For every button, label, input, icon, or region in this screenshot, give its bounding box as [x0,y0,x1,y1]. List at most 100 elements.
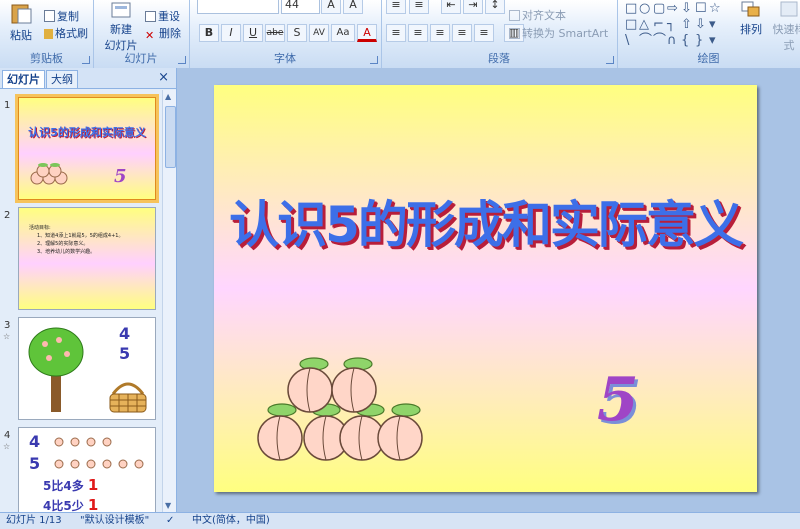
callout-icon[interactable]: ☐ [695,2,707,16]
reset-icon [145,11,156,22]
align-right-icon[interactable]: ≡ [430,24,450,42]
thumb-line: 3、培养幼儿的数学兴趣。 [37,249,96,255]
grow-font-icon[interactable]: A [321,0,341,14]
rectangle-icon[interactable]: □ [625,2,637,16]
thumb-compare-text: 4比5少 [43,499,84,512]
slide-thumbnail-2[interactable]: 活动目标: 1、知道4添上1就是5，5的组成4+1。 2、理解5的实际意义。 3… [18,207,156,310]
paste-button[interactable]: 粘贴 [5,2,37,43]
slide-thumbnail-1[interactable]: 认识5的形成和实际意义 5 [15,94,159,203]
slide-count: 幻灯片 1/13 [6,515,62,526]
brace-left-icon[interactable]: { [681,34,689,48]
decrease-indent-icon[interactable]: ⇤ [441,0,461,14]
font-group-label: 字体 [274,52,296,65]
line-icon[interactable]: \ [625,34,629,48]
thumbnail-list: 1 认识5的形成和实际意义 5 2 活动目标: 1、知道4添上1就是5，5的组成… [0,90,162,512]
language-status[interactable]: 中文(简体，中国) [192,513,270,529]
increase-indent-icon[interactable]: ⇥ [463,0,483,14]
rounded-rect-icon[interactable]: ▢ [653,2,665,16]
oval-icon[interactable]: ○ [639,2,650,16]
new-slide-button[interactable]: 新建 幻灯片 [99,2,143,53]
theme-name[interactable]: "默认设计模板" [80,513,149,529]
slides-group: 新建 幻灯片 重设 ✕ 删除 幻灯片 [93,0,190,68]
paste-icon [11,4,32,24]
slide-thumbnail-4[interactable]: 4 5 5比4多 1 4比5少 1 [18,427,156,512]
copy-label: 复制 [57,10,79,23]
shrink-font-icon[interactable]: A [343,0,363,14]
line-spacing-icon[interactable]: ↕ [485,0,505,14]
font-name-input[interactable] [197,0,279,14]
arrow-right-icon[interactable]: ⇨ [667,2,678,16]
thumb-number: 1 [4,100,11,111]
new-slide-label: 新建 [110,23,132,36]
underline-button[interactable]: U [243,24,263,42]
align-left-icon[interactable]: ≡ [386,24,406,42]
close-pane-icon[interactable]: × [158,70,169,85]
scroll-thumb[interactable] [165,106,176,168]
delete-icon: ✕ [145,29,155,42]
tab-slides[interactable]: 幻灯片 [2,70,45,88]
star-icon[interactable]: ☆ [709,2,721,16]
align-text-button[interactable]: 对齐文本 [509,7,566,23]
copy-button[interactable]: 复制 [44,8,79,24]
change-case-button[interactable]: Aa [331,24,355,42]
arc-icon[interactable]: ⌒ [653,34,666,48]
curve-icon[interactable]: ⌒ [639,34,652,48]
scroll-down-icon[interactable]: ▼ [165,501,171,510]
thumb-number-5: 5 [29,454,41,473]
arrow-down-icon[interactable]: ⇩ [681,2,692,16]
slide-thumbnail-3[interactable]: 4 5 [18,317,156,420]
more-arrows-icon[interactable]: ▾ [709,18,716,32]
char-spacing-button[interactable]: AV [309,24,329,42]
square-icon[interactable]: □ [625,18,637,32]
font-color-button[interactable]: A [357,24,377,42]
up-arrow-icon[interactable]: ⇧ [681,18,692,32]
paragraph-group: ≡ ≡ ⇤ ⇥ ↕ ≡ ≡ ≡ ≡ ≡ ▥ 对齐文本 转换为 SmartArt … [381,0,618,68]
align-text-icon [509,10,520,21]
freeform-icon[interactable]: ∩ [667,34,677,48]
strikethrough-button[interactable]: abe [265,24,285,42]
thumb-line: 1、知道4添上1就是5，5的组成4+1。 [37,233,124,239]
slide-canvas[interactable]: 认识5的形成和实际意义 5 [214,85,757,492]
thumb-number-5: 5 [119,344,131,363]
align-center-icon[interactable]: ≡ [408,24,428,42]
spell-check-icon[interactable]: ✓ [166,513,174,529]
distribute-icon[interactable]: ≡ [474,24,494,42]
tab-outline[interactable]: 大纲 [46,70,78,88]
italic-button[interactable]: I [221,24,241,42]
reset-button[interactable]: 重设 [145,8,180,24]
justify-icon[interactable]: ≡ [452,24,472,42]
convert-smartart-button[interactable]: 转换为 SmartArt [509,25,608,41]
shapes-more-icon[interactable]: ▾ [709,34,716,48]
thumb-compare-1: 5比4多 1 [43,476,98,494]
delete-slide-button[interactable]: ✕ 删除 [145,25,181,42]
peach-icon [30,163,68,185]
elbow-connector-icon[interactable]: ⌐ [653,18,664,32]
peaches-icon[interactable] [254,350,434,470]
triangle-icon[interactable]: △ [639,18,649,32]
shadow-button[interactable]: S [287,24,307,42]
thumb-line: 2、理解5的实际意义。 [37,241,89,247]
status-bar: 幻灯片 1/13 "默认设计模板" ✓ 中文(简体，中国) [0,512,800,529]
thumbnail-scrollbar[interactable]: ▲ ▼ [162,90,176,512]
slide-title[interactable]: 认识5的形成和实际意义 [214,185,757,257]
font-launcher-icon[interactable] [370,56,378,64]
bold-button[interactable]: B [199,24,219,42]
elbow-arrow-icon[interactable]: ┐ [667,18,675,32]
brace-right-icon[interactable]: } [695,34,703,48]
format-painter-button[interactable]: 格式刷 [44,25,88,41]
clipboard-launcher-icon[interactable] [82,56,90,64]
scroll-up-icon[interactable]: ▲ [165,92,171,101]
down-arrow-icon[interactable]: ⇩ [695,18,706,32]
arrange-button[interactable]: 排列 [733,0,769,37]
slides-launcher-icon[interactable] [178,56,186,64]
font-size-input[interactable]: 44 [281,0,320,14]
bullets-icon[interactable]: ≡ [386,0,406,14]
paragraph-group-label: 段落 [488,52,510,65]
numbering-icon[interactable]: ≡ [409,0,429,14]
brush-icon [44,29,53,39]
quick-styles-button[interactable]: 快速样式 [769,0,800,53]
paragraph-launcher-icon[interactable] [606,56,614,64]
thumb-compare-text: 5比4多 [43,479,84,493]
slide-number-five[interactable]: 5 [597,365,639,435]
thumb-number: 2 [4,210,11,221]
